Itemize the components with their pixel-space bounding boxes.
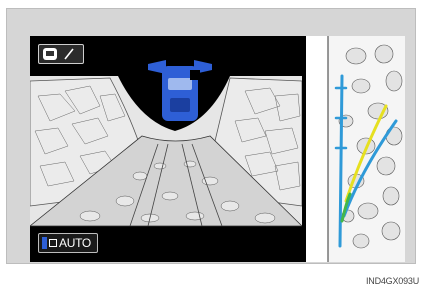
active-indicator xyxy=(42,237,47,249)
front-camera-view: AUTO xyxy=(30,36,303,262)
view-switch-button[interactable] xyxy=(38,44,84,64)
camera-icon xyxy=(49,239,57,247)
auto-label: AUTO xyxy=(59,236,91,250)
figure-code: IND4GX093U xyxy=(365,276,419,286)
side-terrain-scene xyxy=(306,36,405,262)
terrain-scene xyxy=(30,36,303,262)
auto-mode-button[interactable]: AUTO xyxy=(38,233,98,253)
multi-terrain-monitor-screen: AUTO xyxy=(30,36,405,262)
camera-switch-icon xyxy=(43,48,74,60)
side-camera-view xyxy=(306,36,405,262)
